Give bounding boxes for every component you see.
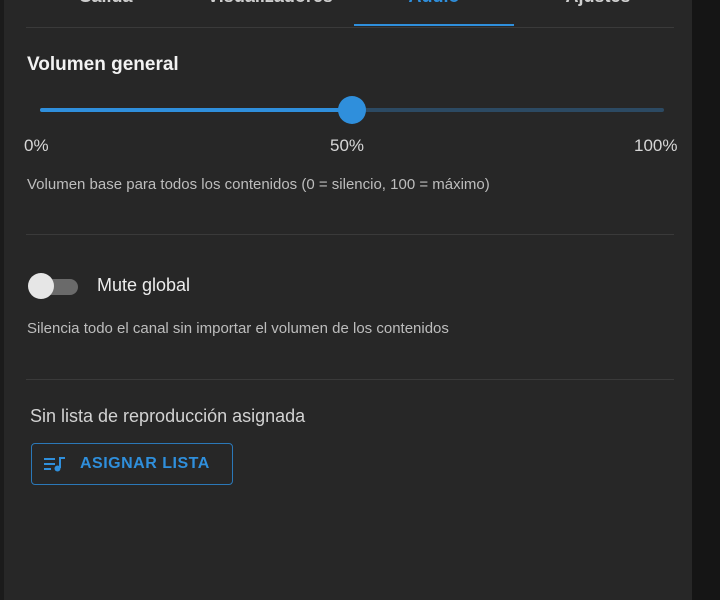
mute-toggle[interactable] [26,272,82,300]
active-tab-indicator [354,24,514,26]
tab-salida[interactable]: Salida [26,0,186,26]
volume-helper-text: Volumen base para todos los contenidos (… [27,176,490,193]
section-divider [26,379,674,380]
playlist-status: Sin lista de reproducción asignada [30,406,306,426]
assign-playlist-button[interactable]: ASIGNAR LISTA [31,443,233,485]
assign-playlist-label: ASIGNAR LISTA [80,455,210,472]
tab-bar: Salida Visualizadores Audio Ajustes [26,0,674,28]
tab-visualizadores[interactable]: Visualizadores [190,0,350,26]
toggle-thumb[interactable] [28,273,54,299]
mute-label: Mute global [97,275,191,295]
tab-ajustes[interactable]: Ajustes [518,0,678,26]
tab-audio[interactable]: Audio [354,0,514,26]
slider-thumb[interactable] [338,96,366,124]
slider-mark-max: 100% [634,136,678,155]
window-edge [692,0,720,600]
mute-helper-text: Silencia todo el canal sin importar el v… [27,320,449,337]
slider-fill [40,108,352,112]
section-divider [26,234,674,235]
settings-panel: Salida Visualizadores Audio Ajustes Volu… [4,0,692,600]
slider-mark-mid: 50% [330,136,365,155]
slider-mark-min: 0% [24,136,49,155]
volume-title: Volumen general [27,54,179,75]
playlist-music-icon [44,455,66,473]
volume-slider[interactable] [40,96,664,124]
tabs-divider [26,27,674,28]
